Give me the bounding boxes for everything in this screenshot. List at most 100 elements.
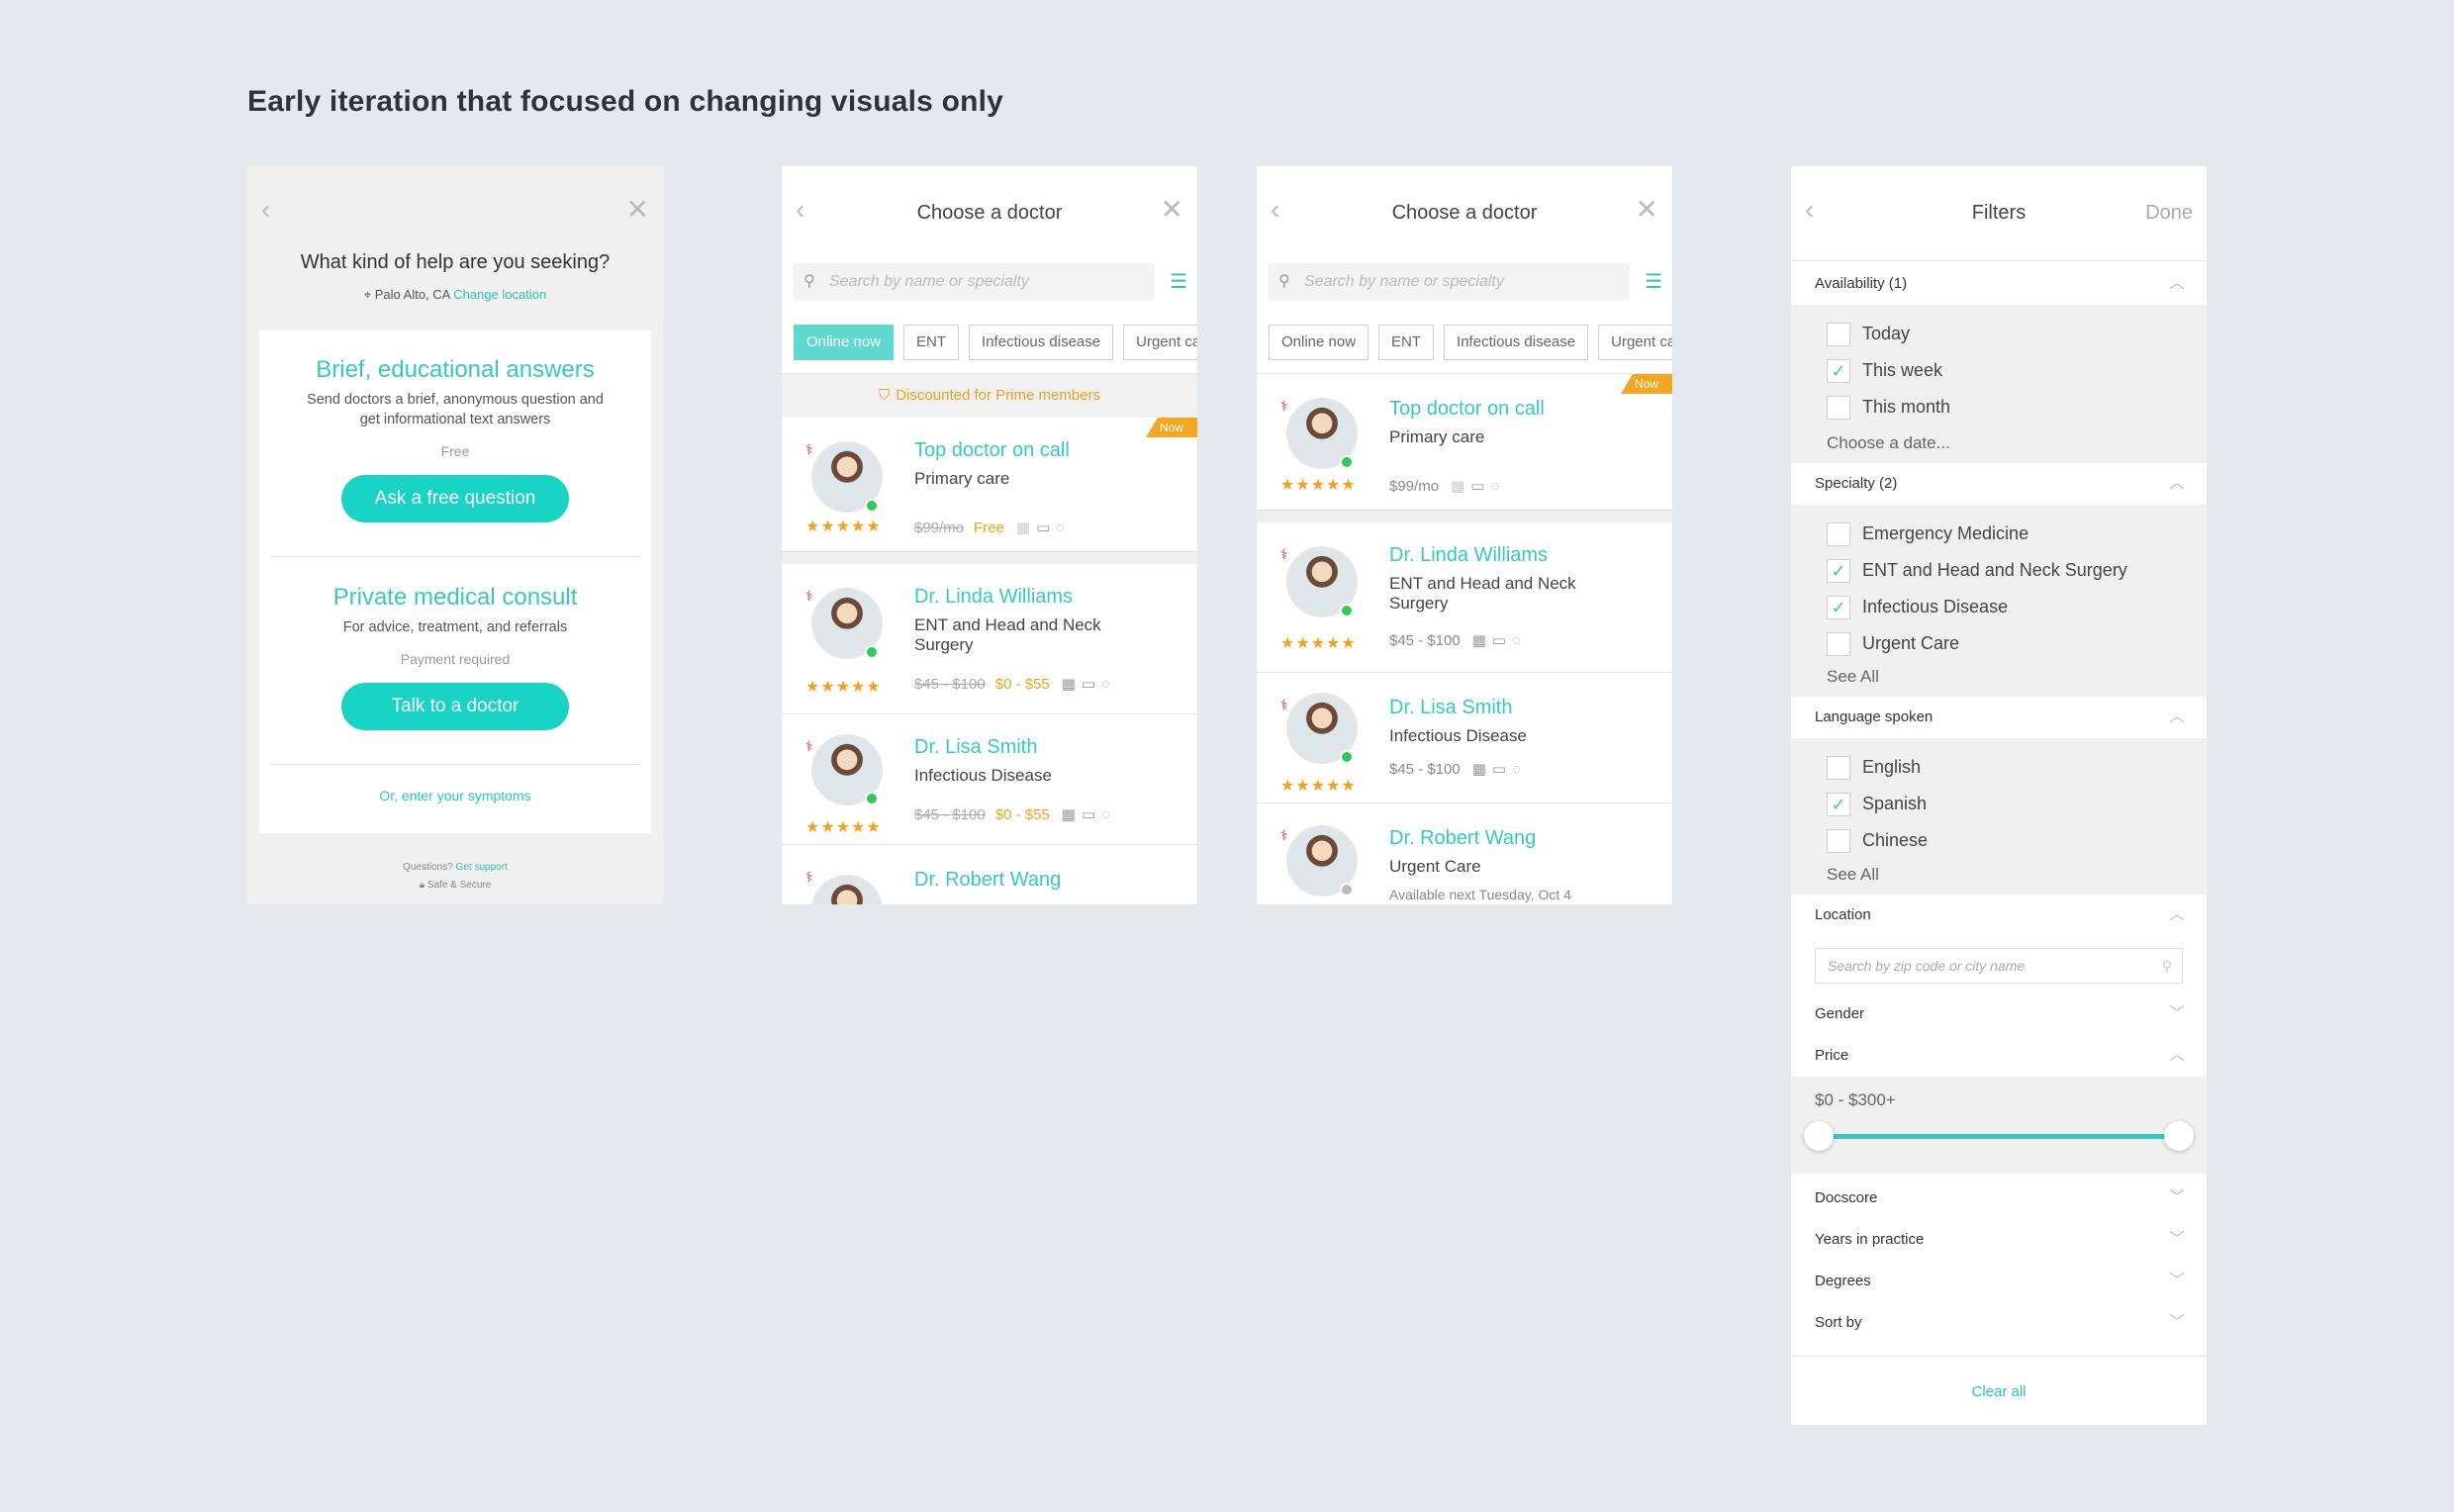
doctor-row[interactable]: Now ⚕ Top doctor on call Primary care ★★… <box>782 418 1197 552</box>
online-status-dot <box>865 499 879 513</box>
specialty-section-header[interactable]: Specialty (2) ︿ <box>1791 463 2207 505</box>
location-line: ⌖ Palo Alto, CA Change location <box>247 287 663 303</box>
change-location-link[interactable]: Change location <box>453 287 546 302</box>
option-this-week[interactable]: ✓ This week <box>1827 357 1942 384</box>
search-placeholder: Search by name or specialty <box>1304 273 1504 290</box>
price-line: $99/mo ▦▭◌ <box>1389 477 1505 495</box>
section-label: Docscore <box>1815 1189 1878 1206</box>
doctor-row[interactable]: ⚕ Dr. Linda Williams ENT and Head and Ne… <box>1257 522 1672 673</box>
checkbox-checked[interactable]: ✓ <box>1827 559 1850 584</box>
avatar <box>811 875 883 904</box>
separator <box>1257 511 1672 522</box>
done-button[interactable]: Done <box>2145 202 2193 225</box>
option-infectious-disease[interactable]: ✓ Infectious Disease <box>1827 594 2008 620</box>
choose-date-link[interactable]: Choose a date... <box>1827 433 1950 453</box>
chip-online-now[interactable]: Online now <box>794 325 895 360</box>
see-all-link[interactable]: See All <box>1827 865 1879 885</box>
checkbox[interactable] <box>1827 829 1850 854</box>
search-input[interactable]: ⚲ Search by name or specialty <box>1269 263 1629 301</box>
price-slider-max-handle[interactable] <box>2164 1121 2194 1151</box>
option-emergency-medicine[interactable]: Emergency Medicine <box>1827 520 2029 547</box>
option-spanish[interactable]: ✓ Spanish <box>1827 791 1927 817</box>
rating-stars: ★★★★★ <box>1280 778 1357 795</box>
doctor-row[interactable]: ⚕ Dr. Robert Wang <box>782 845 1197 904</box>
language-options: English ✓ Spanish Chinese See All <box>1791 738 2207 895</box>
price-slider-track[interactable] <box>1819 1134 2179 1139</box>
sort-by-section-header[interactable]: Sort by ﹀ <box>1791 1302 2207 1344</box>
chevron-up-icon: ︿ <box>2168 275 2185 292</box>
chip-ent[interactable]: ENT <box>903 325 960 360</box>
chevron-down-icon: ﹀ <box>2168 1005 2185 1022</box>
checkbox[interactable] <box>1827 396 1850 421</box>
ask-free-question-button[interactable]: Ask a free question <box>341 475 569 522</box>
search-input[interactable]: ⚲ Search by name or specialty <box>794 263 1154 301</box>
options-card: Brief, educational answers Send doctors … <box>259 331 651 833</box>
docscore-section-header[interactable]: Docscore ﹀ <box>1791 1178 2207 1219</box>
doctor-row[interactable]: ⚕ Dr. Lisa Smith Infectious Disease ★★★★… <box>782 714 1197 845</box>
checkbox[interactable] <box>1827 756 1850 781</box>
option-chinese[interactable]: Chinese <box>1827 827 1928 854</box>
option-title: Private medical consult <box>332 584 578 611</box>
checkbox[interactable] <box>1827 522 1850 547</box>
get-support-link[interactable]: Get support <box>456 862 508 873</box>
checkbox[interactable] <box>1827 323 1850 347</box>
years-section-header[interactable]: Years in practice ﹀ <box>1791 1219 2207 1261</box>
chat-icon: ◌ <box>1101 676 1117 693</box>
specialty-chips: Online now ENT Infectious disease Urgent ca… <box>1269 325 1672 360</box>
option-english[interactable]: English <box>1827 754 1921 781</box>
divider <box>1791 1356 2207 1357</box>
gender-section-header[interactable]: Gender ﹀ <box>1791 993 2207 1035</box>
location-section-header[interactable]: Location ︿ <box>1791 895 2207 936</box>
chip-infectious-disease[interactable]: Infectious disease <box>1444 325 1589 360</box>
doctor-row[interactable]: ⚕ Dr. Robert Wang Urgent Care Available … <box>1257 803 1672 904</box>
doctor-row[interactable]: ⚕ Dr. Lisa Smith Infectious Disease ★★★★… <box>1257 673 1672 803</box>
option-ent[interactable]: ✓ ENT and Head and Neck Surgery <box>1827 557 2127 584</box>
caduceus-icon: ⚕ <box>805 588 813 604</box>
back-chevron-icon[interactable]: ‹ <box>261 196 270 224</box>
checkbox-checked[interactable]: ✓ <box>1827 596 1850 620</box>
price-section-header[interactable]: Price ︿ <box>1791 1035 2207 1077</box>
filter-sliders-icon[interactable]: ☰ <box>1170 269 1187 294</box>
talk-to-doctor-button[interactable]: Talk to a doctor <box>341 683 569 730</box>
language-section-header[interactable]: Language spoken ︿ <box>1791 697 2207 738</box>
doctor-specialty: Primary care <box>1389 427 1485 446</box>
video-icon: ▭ <box>1470 478 1491 495</box>
chip-ent[interactable]: ENT <box>1378 325 1435 360</box>
degrees-section-header[interactable]: Degrees ﹀ <box>1791 1261 2207 1302</box>
chevron-up-icon: ︿ <box>2168 709 2185 725</box>
discount-price: $0 - $55 <box>994 806 1050 823</box>
chip-urgent-care[interactable]: Urgent care <box>1598 325 1672 360</box>
location-search-input[interactable]: Search by zip code or city name ⚲ <box>1815 948 2183 984</box>
doctor-row[interactable]: Now ⚕ Top doctor on call Primary care ★★… <box>1257 374 1672 511</box>
checkbox[interactable] <box>1827 632 1850 657</box>
search-icon: ⚲ <box>803 273 815 290</box>
footer: Questions? Get support 🔒︎ Safe & Secure <box>247 859 663 895</box>
online-status-dot <box>865 645 879 659</box>
clear-all-button[interactable]: Clear all <box>1791 1383 2207 1400</box>
enter-symptoms-link[interactable]: Or, enter your symptoms <box>259 788 651 803</box>
video-icon: ▭ <box>1081 676 1102 693</box>
option-price: Payment required <box>400 651 511 667</box>
see-all-link[interactable]: See All <box>1827 667 1879 687</box>
option-today[interactable]: Today <box>1827 321 1910 347</box>
chevron-up-icon: ︿ <box>2168 1047 2185 1064</box>
chip-urgent-care[interactable]: Urgent care <box>1123 325 1197 360</box>
price-range-value: $0 - $300+ <box>1815 1090 1896 1109</box>
price-slider-min-handle[interactable] <box>1804 1121 1834 1151</box>
doctor-specialty: ENT and Head and Neck Surgery <box>1389 574 1576 613</box>
option-urgent-care[interactable]: Urgent Care <box>1827 630 1959 657</box>
divider <box>271 764 639 765</box>
filter-sliders-icon[interactable]: ☰ <box>1645 269 1662 294</box>
chip-infectious-disease[interactable]: Infectious disease <box>969 325 1114 360</box>
checkbox-checked[interactable]: ✓ <box>1827 359 1850 384</box>
chip-online-now[interactable]: Online now <box>1269 325 1369 360</box>
option-this-month[interactable]: This month <box>1827 394 1950 421</box>
close-icon[interactable]: ✕ <box>626 196 649 224</box>
lock-icon: 🔒︎ <box>419 880 425 891</box>
page-title: Early iteration that focused on changing… <box>247 85 1004 118</box>
rating-stars: ★★★★★ <box>805 819 882 836</box>
checkbox-checked[interactable]: ✓ <box>1827 793 1850 817</box>
availability-section-header[interactable]: Availability (1) ︿ <box>1791 263 2207 305</box>
chat-icon: ◌ <box>1056 520 1072 536</box>
doctor-row[interactable]: ⚕ Dr. Linda Williams ENT and Head and Ne… <box>782 564 1197 714</box>
